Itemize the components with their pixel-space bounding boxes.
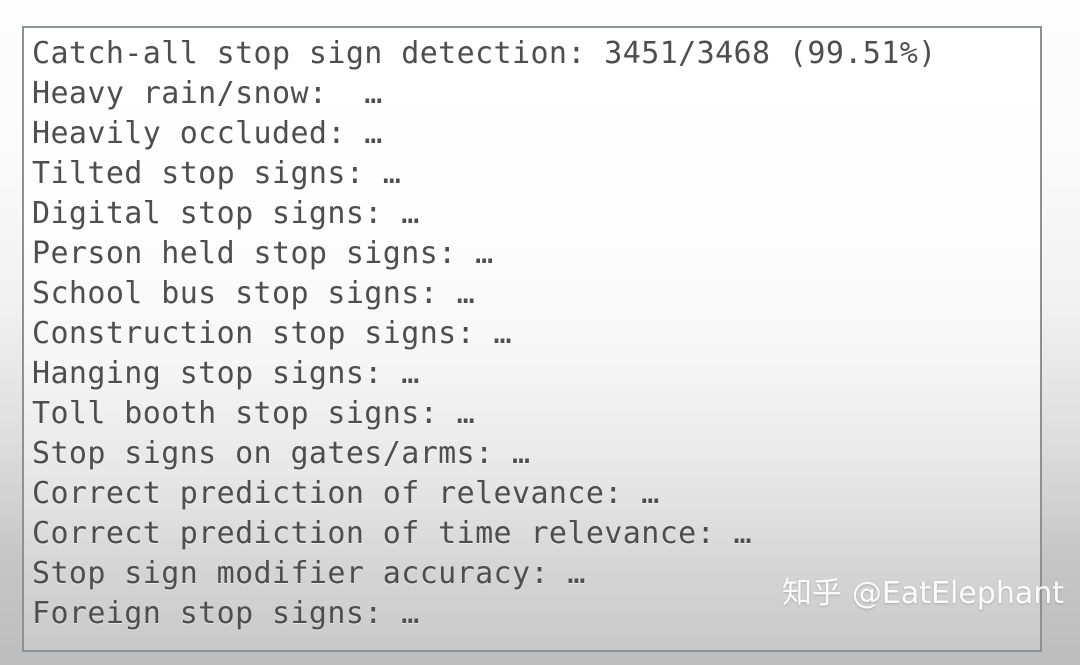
metric-line: Hanging stop signs: … (32, 354, 1040, 394)
metric-line-text: Person held stop signs: … (32, 236, 494, 271)
metric-line: Catch-all stop sign detection: 3451/3468… (32, 34, 1040, 74)
metric-line-text: Tilted stop signs: … (32, 156, 402, 191)
metrics-panel: Catch-all stop sign detection: 3451/3468… (22, 26, 1042, 652)
metric-line-text: Heavy rain/snow: … (32, 76, 383, 111)
metric-line-text: Digital stop signs: … (32, 196, 420, 231)
screenshot-canvas: Catch-all stop sign detection: 3451/3468… (0, 0, 1080, 665)
metric-line-text: Correct prediction of time relevance: … (32, 516, 752, 551)
metric-line: Correct prediction of relevance: … (32, 474, 1040, 514)
metric-line: Heavy rain/snow: … (32, 74, 1040, 114)
metric-line-text: Construction stop signs: … (32, 316, 512, 351)
metric-line: Foreign stop signs: … (32, 594, 1040, 634)
metrics-list: Catch-all stop sign detection: 3451/3468… (32, 34, 1040, 634)
metric-line: Tilted stop signs: … (32, 154, 1040, 194)
metric-line: School bus stop signs: … (32, 274, 1040, 314)
metric-line-text: Catch-all stop sign detection: 3451/3468… (32, 36, 937, 71)
metric-line-text: Toll booth stop signs: … (32, 396, 476, 431)
metric-line-text: Hanging stop signs: … (32, 356, 420, 391)
metric-line-text: Foreign stop signs: … (32, 596, 420, 631)
metric-line: Construction stop signs: … (32, 314, 1040, 354)
metric-line: Stop sign modifier accuracy: … (32, 554, 1040, 594)
metric-line-text: Correct prediction of relevance: … (32, 476, 660, 511)
metric-line: Correct prediction of time relevance: … (32, 514, 1040, 554)
metric-line-text: Stop sign modifier accuracy: … (32, 556, 586, 591)
metric-line: Stop signs on gates/arms: … (32, 434, 1040, 474)
metric-line-text: Stop signs on gates/arms: … (32, 436, 531, 471)
metric-line-text: School bus stop signs: … (32, 276, 476, 311)
metric-line-text: Heavily occluded: … (32, 116, 383, 151)
metric-line: Person held stop signs: … (32, 234, 1040, 274)
metric-line: Heavily occluded: … (32, 114, 1040, 154)
metric-line: Digital stop signs: … (32, 194, 1040, 234)
metric-line: Toll booth stop signs: … (32, 394, 1040, 434)
